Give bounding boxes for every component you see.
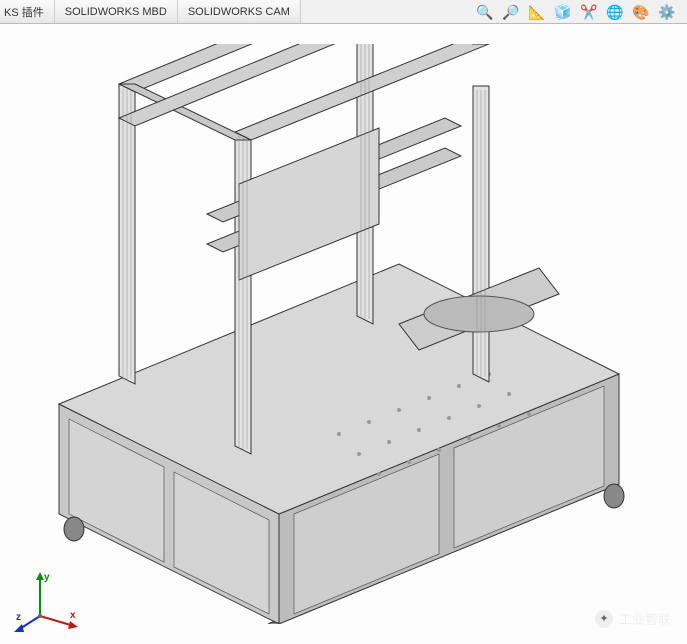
watermark: ✦ 工业智联 (595, 609, 671, 628)
scene-icon[interactable]: 🌐 (605, 2, 625, 22)
axis-y-label: y (44, 572, 50, 583)
model-3d-area[interactable] (0, 24, 687, 644)
zoom-fit-icon[interactable]: 🔍 (475, 2, 495, 22)
appearance-icon[interactable]: 🎨 (631, 2, 651, 22)
tab-plugins[interactable]: KS 插件 (0, 0, 55, 23)
watermark-label: 工业智联 (619, 609, 671, 628)
view-orientation-triad[interactable]: y x z (12, 566, 82, 636)
assembly-model-render (19, 44, 669, 624)
tab-solidworks-mbd[interactable]: SOLIDWORKS MBD (55, 0, 178, 23)
view-orientation-icon[interactable]: 📐 (527, 2, 547, 22)
section-view-icon[interactable]: ✂️ (579, 2, 599, 22)
graphics-viewport[interactable]: y x z ✦ 工业智联 (0, 24, 687, 644)
wechat-icon: ✦ (595, 610, 613, 628)
settings-icon[interactable]: ⚙️ (657, 2, 677, 22)
tab-solidworks-cam[interactable]: SOLIDWORKS CAM (178, 0, 301, 23)
view-toolbar: 🔍 🔎 📐 🧊 ✂️ 🌐 🎨 ⚙️ (465, 0, 687, 24)
axis-z-label: z (16, 612, 21, 623)
axis-x-label: x (70, 610, 76, 621)
tab-label: SOLIDWORKS MBD (65, 6, 167, 18)
zoom-area-icon[interactable]: 🔎 (501, 2, 521, 22)
tab-label: SOLIDWORKS CAM (188, 6, 290, 18)
tab-label: KS 插件 (4, 4, 44, 20)
display-style-icon[interactable]: 🧊 (553, 2, 573, 22)
